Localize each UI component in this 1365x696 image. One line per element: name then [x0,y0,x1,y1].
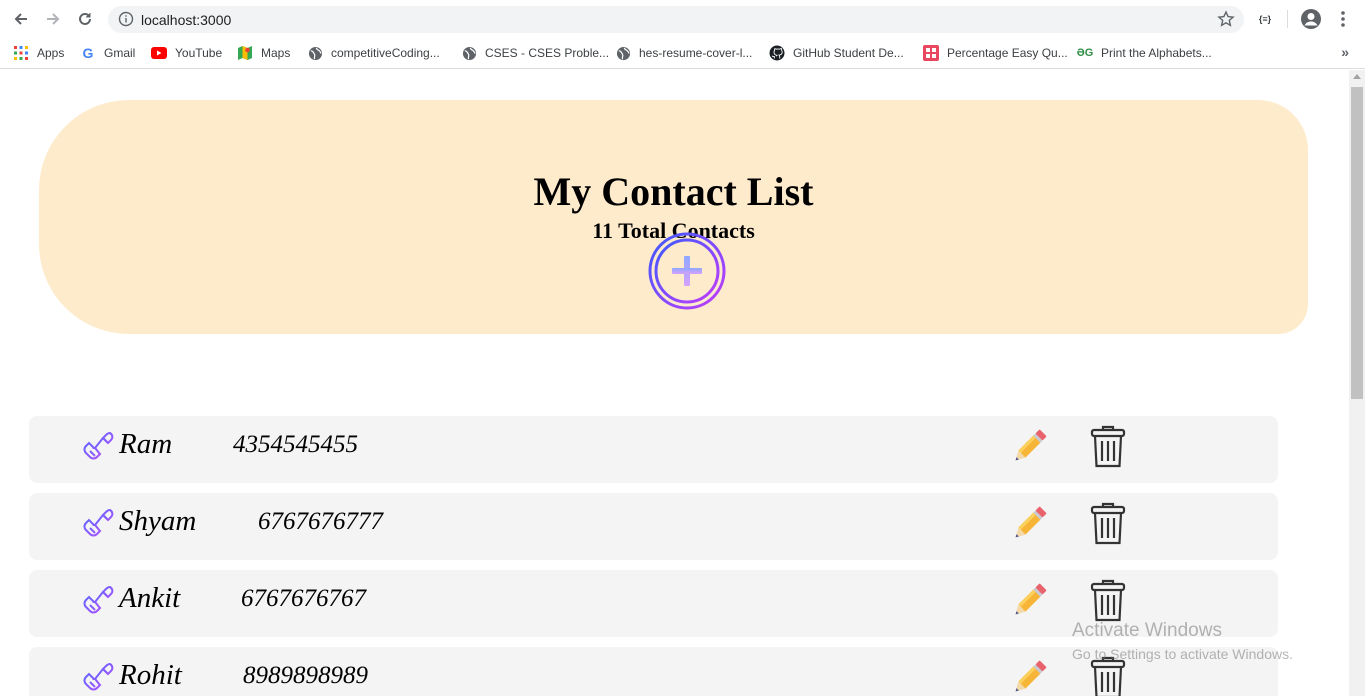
delete-trash-icon[interactable] [1089,502,1127,546]
bookmark-apps[interactable]: Apps [13,43,64,63]
page-title: My Contact List [533,169,814,214]
bookmark-label: Percentage Easy Qu... [947,46,1068,60]
info-icon[interactable] [118,11,134,32]
delete-trash-icon[interactable] [1089,579,1127,623]
bookmark-competitive-coding[interactable]: competitiveCoding... [307,43,440,63]
contact-phone: 6767676767 [241,585,366,612]
edit-pencil-icon[interactable] [1007,425,1051,469]
phone-icon [81,583,117,619]
globe-icon [615,45,631,61]
gfg-icon: ƏG [1076,47,1094,59]
contact-name: Ram [119,428,173,460]
bookmark-youtube[interactable]: YouTube [151,43,222,63]
contact-name: Shyam [119,505,197,537]
profile-avatar-icon[interactable] [1300,8,1322,35]
contact-phone: 6767676777 [258,508,383,535]
bookmark-label: Print the Alphabets... [1101,46,1212,60]
bookmark-cses[interactable]: CSES - CSES Proble... [461,43,609,63]
bookmark-star-icon[interactable] [1217,10,1235,33]
bookmark-print-alphabets[interactable]: ƏG Print the Alphabets... [1077,43,1212,63]
back-arrow-icon[interactable] [9,8,33,30]
phone-icon [81,660,117,696]
browser-toolbar: localhost:3000 {≡} [0,0,1365,38]
bookmark-label: Maps [261,46,291,60]
page-viewport: My Contact List 11 Total Contacts Ram 43… [0,70,1349,696]
apps-grid-icon [13,45,29,61]
phone-icon [81,429,117,465]
contact-phone: 8989898989 [243,662,368,689]
edit-pencil-icon[interactable] [1007,656,1051,696]
github-icon [769,45,785,61]
forward-arrow-icon[interactable] [41,8,65,30]
browser-menu-icon[interactable] [1334,9,1352,34]
contact-phone: 4354545455 [233,431,358,458]
header-card: My Contact List 11 Total Contacts [39,100,1308,334]
scrollbar-thumb[interactable] [1351,87,1363,399]
toolbar-divider [1287,10,1288,28]
bookmark-label: YouTube [175,46,223,60]
bookmarks-bar: Apps G Gmail YouTube Maps competitiveCod… [0,38,1365,69]
contact-row: Shyam 6767676777 [29,493,1278,560]
globe-icon [307,45,323,61]
bookmark-percentage[interactable]: Percentage Easy Qu... [923,43,1068,63]
bookmarks-more-button[interactable]: » [1341,44,1349,60]
watermark-title: Activate Windows [1072,620,1222,641]
contact-row: Ram 4354545455 [29,416,1278,483]
bookmark-label: GitHub Student De... [793,46,904,60]
edit-pencil-icon[interactable] [1007,579,1051,623]
watermark-subtitle: Go to Settings to activate Windows. [1072,646,1293,662]
scroll-up-arrow-icon[interactable] [1353,74,1361,79]
phone-icon [81,506,117,542]
extension-icon[interactable]: {≡} [1254,9,1276,29]
windows-activation-watermark: Activate Windows Go to Settings to activ… [1072,620,1293,662]
contact-name: Rohit [119,659,182,691]
add-contact-button[interactable] [648,232,726,310]
address-bar[interactable]: localhost:3000 [108,6,1244,33]
youtube-icon [151,45,167,61]
bookmark-maps[interactable]: Maps [237,43,290,63]
delete-trash-icon[interactable] [1089,656,1127,696]
page-scrollbar[interactable] [1349,70,1365,696]
grid-app-icon [923,45,939,61]
plus-circle-icon [648,232,726,310]
bookmark-label: Gmail [104,46,136,60]
globe-icon [461,45,477,61]
delete-trash-icon[interactable] [1089,425,1127,469]
reload-icon[interactable] [73,8,97,30]
bookmark-label: Apps [37,46,65,60]
contact-name: Ankit [119,582,181,614]
url-text[interactable]: localhost:3000 [141,12,231,28]
edit-pencil-icon[interactable] [1007,502,1051,546]
maps-icon [237,45,253,61]
bookmark-label: CSES - CSES Proble... [485,46,610,60]
bookmark-gmail[interactable]: G Gmail [80,43,136,63]
bookmark-label: hes-resume-cover-l... [639,46,753,60]
google-icon: G [82,45,94,61]
bookmark-label: competitiveCoding... [331,46,440,60]
bookmark-github[interactable]: GitHub Student De... [769,43,904,63]
bookmark-resume[interactable]: hes-resume-cover-l... [615,43,752,63]
